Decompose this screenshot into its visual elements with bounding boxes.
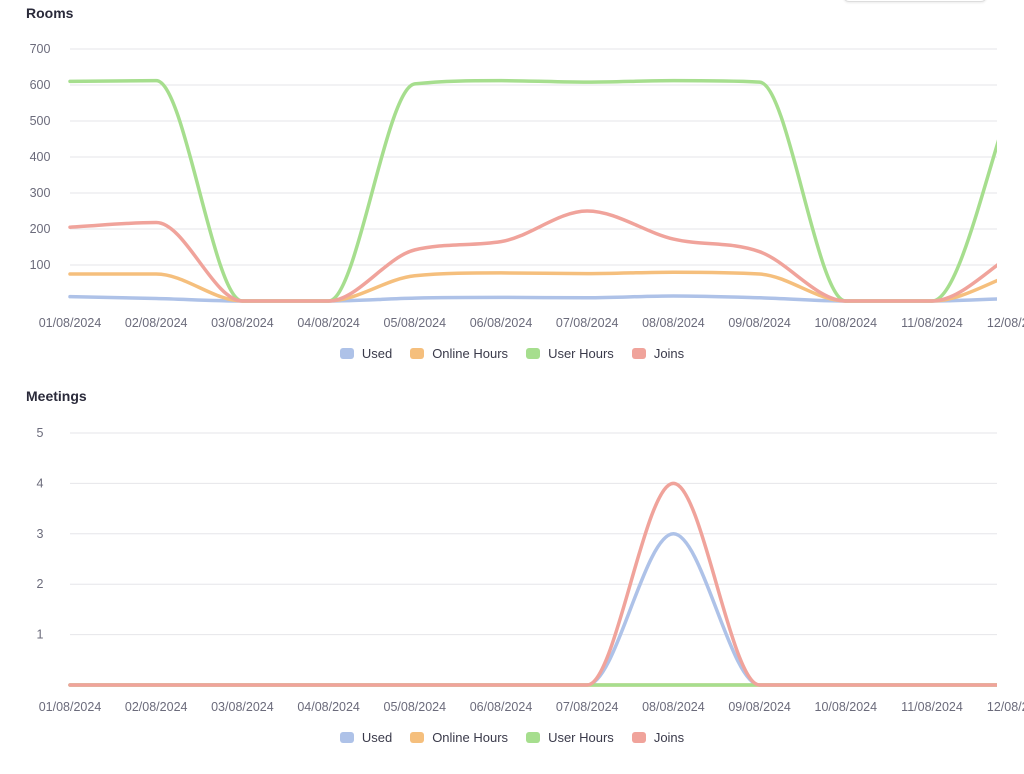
y-tick-label: 100 — [30, 258, 51, 272]
legend-swatch — [526, 732, 541, 743]
legend-label: Joins — [653, 730, 685, 745]
legend-item[interactable]: Joins — [631, 730, 685, 745]
x-tick-label: 04/08/2024 — [297, 316, 360, 330]
legend-item[interactable]: Joins — [631, 346, 685, 361]
x-tick-label: 08/08/2024 — [642, 316, 705, 330]
legend-item[interactable]: Used — [339, 730, 393, 745]
x-tick-label: 05/08/2024 — [384, 316, 447, 330]
rooms-legend: Used Online Hours User Hours Joins — [0, 346, 1024, 361]
legend-label: Online Hours — [432, 346, 509, 361]
x-tick-label: 02/08/2024 — [125, 700, 188, 714]
x-tick-label: 10/08/2024 — [815, 700, 878, 714]
y-tick-label: 2 — [37, 577, 44, 591]
y-tick-label: 700 — [30, 42, 51, 56]
x-tick-label: 12/08/2024 — [987, 316, 1024, 330]
legend-swatch — [526, 348, 541, 359]
y-tick-label: 600 — [30, 78, 51, 92]
y-tick-label: 400 — [30, 150, 51, 164]
legend-swatch — [410, 348, 425, 359]
series-line-used — [68, 532, 997, 687]
x-tick-label: 04/08/2024 — [297, 700, 360, 714]
meetings-legend: Used Online Hours User Hours Joins — [0, 730, 1024, 745]
x-tick-label: 11/08/2024 — [901, 700, 963, 714]
legend-label: Joins — [653, 346, 685, 361]
y-tick-label: 200 — [30, 222, 51, 236]
legend-swatch — [631, 348, 646, 359]
x-tick-label: 11/08/2024 — [901, 316, 963, 330]
legend-item[interactable]: Online Hours — [410, 346, 508, 361]
meetings-chart: 1 2 3 4 5 01/08/2024 02/08/2024 03/08/2024 04/08… — [37, 426, 1024, 714]
legend-label: Used — [361, 346, 393, 361]
x-tick-label: 05/08/2024 — [384, 700, 447, 714]
legend-swatch — [631, 732, 646, 743]
legend-item[interactable]: User Hours — [526, 730, 614, 745]
y-tick-label: 4 — [37, 476, 44, 490]
x-tick-label: 09/08/2024 — [728, 316, 791, 330]
legend-item[interactable]: User Hours — [526, 346, 614, 361]
x-tick-label: 12/08/2024 — [987, 700, 1024, 714]
y-tick-label: 3 — [37, 527, 44, 541]
legend-swatch — [339, 732, 354, 743]
y-tick-label: 500 — [30, 114, 51, 128]
y-tick-label: 1 — [37, 628, 44, 642]
x-tick-label: 10/08/2024 — [815, 316, 878, 330]
x-tick-label: 03/08/2024 — [211, 316, 274, 330]
legend-label: Online Hours — [432, 730, 509, 745]
series-line-joins — [68, 209, 997, 303]
legend-label: User Hours — [548, 730, 614, 745]
legend-swatch — [339, 348, 354, 359]
x-tick-label: 07/08/2024 — [556, 316, 619, 330]
x-tick-label: 06/08/2024 — [470, 316, 533, 330]
x-tick-label: 01/08/2024 — [39, 700, 102, 714]
legend-swatch — [410, 732, 425, 743]
y-tick-label: 300 — [30, 186, 51, 200]
legend-label: Used — [361, 730, 393, 745]
legend-label: User Hours — [548, 346, 614, 361]
x-tick-label: 09/08/2024 — [728, 700, 791, 714]
x-tick-label: 01/08/2024 — [39, 316, 102, 330]
legend-item[interactable]: Online Hours — [410, 730, 508, 745]
legend-item[interactable]: Used — [339, 346, 393, 361]
x-tick-label: 07/08/2024 — [556, 700, 619, 714]
x-tick-label: 02/08/2024 — [125, 316, 188, 330]
series-line-user-hours — [68, 78, 997, 303]
y-tick-label: 5 — [37, 426, 44, 440]
rooms-chart: 100 200 300 400 500 600 700 01/08/2024 02/08/202… — [30, 42, 1024, 330]
x-tick-label: 08/08/2024 — [642, 700, 705, 714]
x-tick-label: 06/08/2024 — [470, 700, 533, 714]
x-tick-label: 03/08/2024 — [211, 700, 274, 714]
